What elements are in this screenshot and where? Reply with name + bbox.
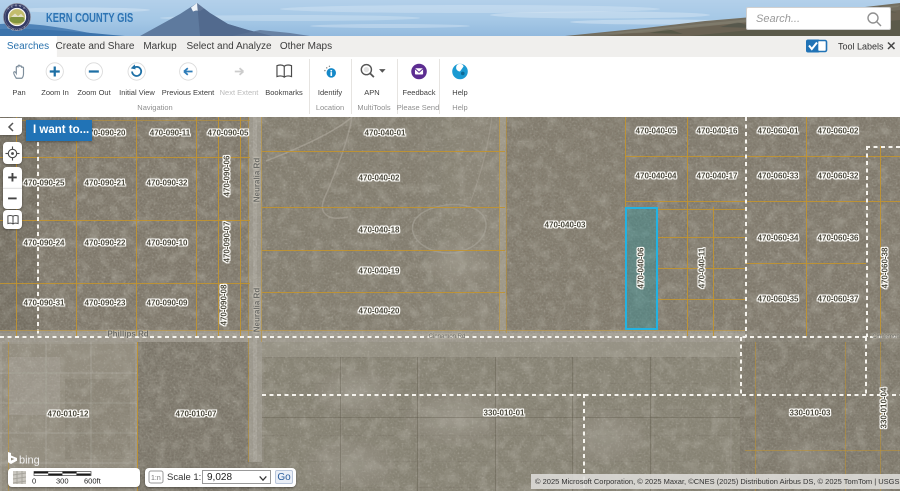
svg-text:E: E [11, 4, 13, 8]
svg-text:N: N [19, 4, 21, 8]
svg-text:N: N [20, 27, 22, 31]
svg-text:600ft: 600ft [84, 477, 102, 486]
svg-text:U: U [16, 28, 18, 32]
svg-text:300: 300 [56, 477, 69, 486]
svg-text:K: K [8, 7, 10, 11]
svg-text:0: 0 [32, 477, 36, 486]
svg-text:bing: bing [19, 455, 40, 467]
svg-text:1:n: 1:n [151, 475, 161, 482]
svg-text:T: T [24, 26, 26, 30]
svg-text:Tool Labels: Tool Labels [838, 42, 884, 52]
